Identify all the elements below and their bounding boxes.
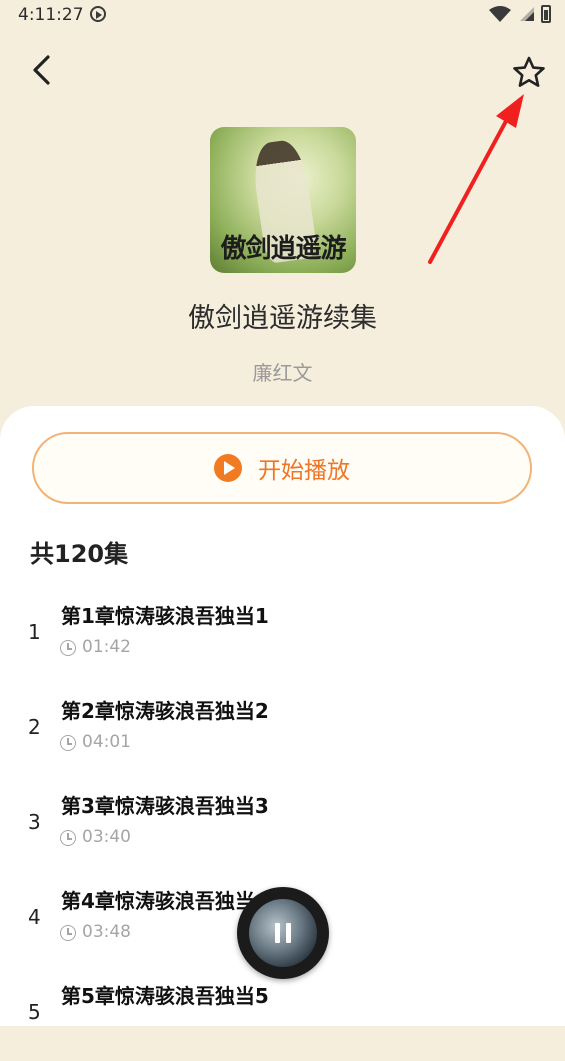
battery-icon xyxy=(541,5,551,23)
episode-title: 第2章惊涛骇浪吾独当2 xyxy=(61,699,269,723)
episode-number: 4 xyxy=(28,905,41,929)
episode-number: 2 xyxy=(28,715,41,739)
episode-item[interactable]: 3 第3章惊涛骇浪吾独当3 03:40 xyxy=(0,776,565,871)
episode-duration: 03:40 xyxy=(82,827,131,847)
book-title: 傲剑逍遥游续集 xyxy=(188,303,377,334)
episode-title: 第1章惊涛骇浪吾独当1 xyxy=(61,604,269,628)
clock-icon xyxy=(60,735,76,751)
media-playing-icon xyxy=(90,6,106,22)
start-play-label: 开始播放 xyxy=(258,458,350,484)
episode-duration: 03:48 xyxy=(82,922,131,942)
episode-number: 3 xyxy=(28,810,41,834)
episode-title: 第5章惊涛骇浪吾独当5 xyxy=(61,984,269,1008)
clock-icon xyxy=(60,925,76,941)
pause-icon[interactable] xyxy=(274,923,292,943)
start-play-button[interactable]: 开始播放 xyxy=(32,432,532,504)
status-icons xyxy=(489,5,551,23)
wifi-icon xyxy=(489,6,511,22)
status-time: 4:11:27 xyxy=(18,5,84,25)
clock-icon xyxy=(60,830,76,846)
clock-icon xyxy=(60,640,76,656)
episode-item[interactable]: 1 第1章惊涛骇浪吾独当1 01:42 xyxy=(0,586,565,681)
episode-duration: 01:42 xyxy=(82,637,131,657)
episode-item[interactable]: 2 第2章惊涛骇浪吾独当2 04:01 xyxy=(0,681,565,776)
status-bar: 4:11:27 xyxy=(0,0,565,32)
cover-title-art: 傲剑逍遥游 xyxy=(220,234,346,264)
annotation-arrow xyxy=(428,94,524,264)
episode-number: 1 xyxy=(28,620,41,644)
episode-title: 第3章惊涛骇浪吾独当3 xyxy=(61,794,269,818)
mini-player[interactable] xyxy=(237,887,329,979)
play-circle-icon xyxy=(214,454,242,482)
book-cover: 傲剑逍遥游 xyxy=(210,127,356,273)
back-button[interactable] xyxy=(26,52,58,88)
favorite-button[interactable] xyxy=(510,54,548,92)
episode-title: 第4章惊涛骇浪吾独当4 xyxy=(61,889,269,913)
episode-item[interactable]: 5 第5章惊涛骇浪吾独当5 xyxy=(0,966,565,1061)
book-author: 廉红文 xyxy=(252,361,313,385)
episode-count: 共120集 xyxy=(30,540,129,568)
cell-signal-icon xyxy=(520,7,534,21)
episode-duration: 04:01 xyxy=(82,732,131,752)
